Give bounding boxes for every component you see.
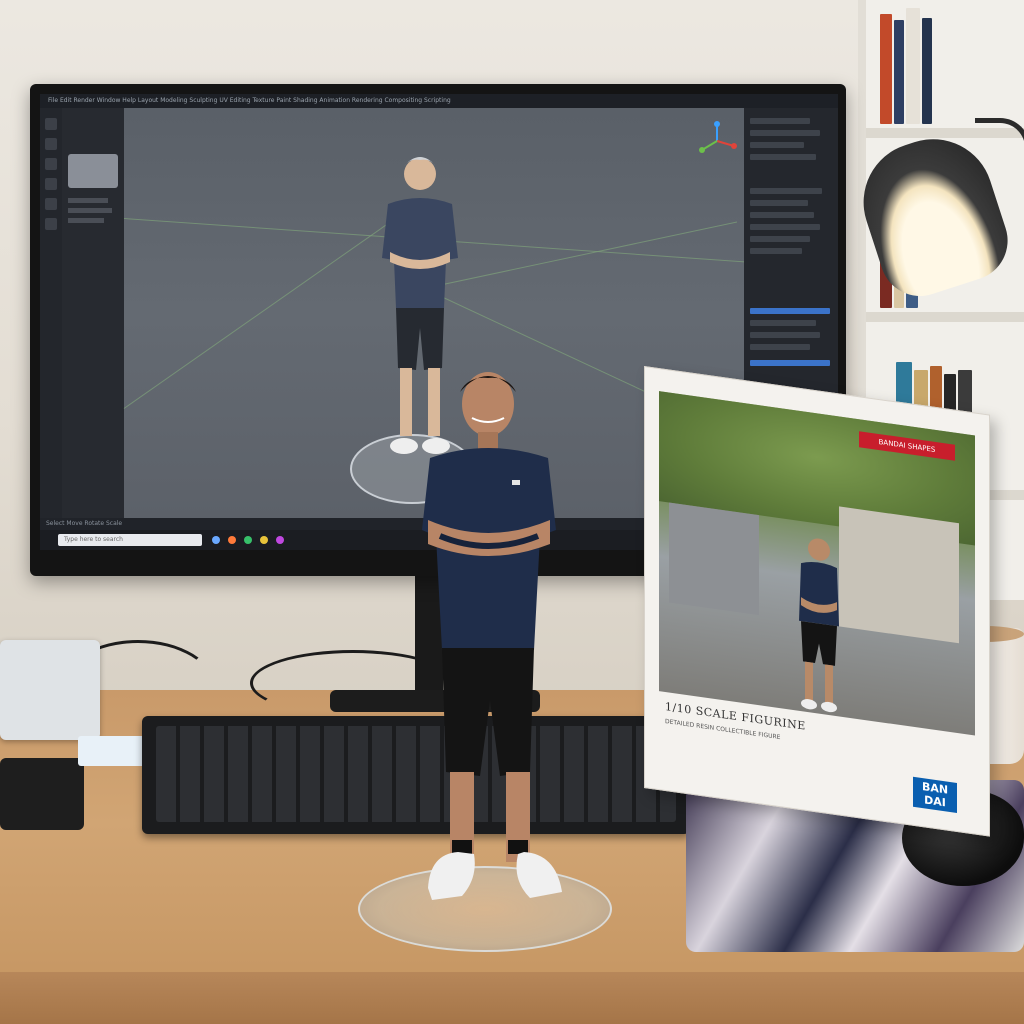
toolbar-left[interactable] <box>40 108 62 518</box>
property-row <box>68 208 112 213</box>
taskbar-app-icon[interactable] <box>260 536 268 544</box>
figurine-box: BANDAI SHAPES 1/10 SCALE FIGURINE DETAIL… <box>644 366 990 837</box>
grid-line <box>424 221 737 289</box>
desk-edge <box>0 972 1024 1024</box>
axis-gizmo-icon[interactable] <box>696 120 738 162</box>
material-preview[interactable] <box>68 154 118 188</box>
box-person <box>779 528 859 719</box>
property-row <box>68 198 108 203</box>
taskbar-search-input[interactable]: Type here to search <box>58 534 202 546</box>
rotate-tool-icon[interactable] <box>45 158 57 170</box>
scale-tool-icon[interactable] <box>45 178 57 190</box>
move-tool-icon[interactable] <box>45 138 57 150</box>
taskbar-app-icon[interactable] <box>244 536 252 544</box>
wall-structure <box>669 503 759 616</box>
taskbar-app-icon[interactable] <box>212 536 220 544</box>
shelf-board <box>866 312 1024 322</box>
brush-tool-icon[interactable] <box>45 198 57 210</box>
second-keyboard <box>0 758 84 830</box>
measure-tool-icon[interactable] <box>45 218 57 230</box>
figurine <box>400 360 580 920</box>
property-row <box>68 218 104 223</box>
bandai-logo: BAN DAI <box>913 777 957 813</box>
properties-panel[interactable] <box>62 108 124 518</box>
device-box <box>0 640 100 740</box>
app-menubar[interactable]: File Edit Render Window Help Layout Mode… <box>40 94 838 108</box>
select-tool-icon[interactable] <box>45 118 57 130</box>
taskbar-app-icon[interactable] <box>276 536 284 544</box>
taskbar-app-icon[interactable] <box>228 536 236 544</box>
